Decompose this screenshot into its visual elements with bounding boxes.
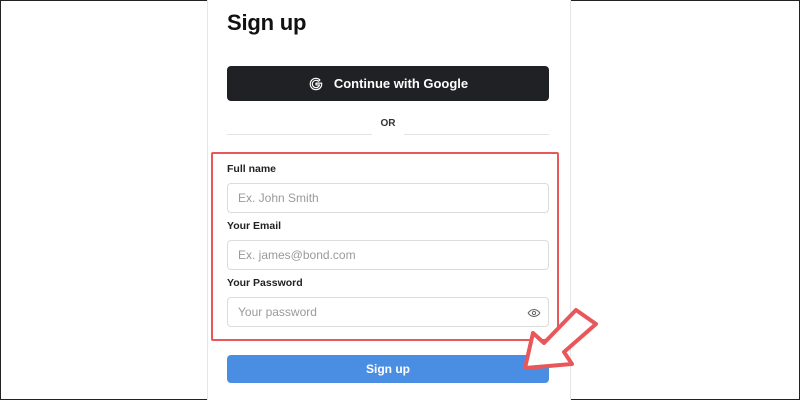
password-placeholder: Your password (238, 305, 317, 319)
password-field[interactable]: Your password (227, 297, 549, 327)
email-label: Your Email (227, 220, 282, 232)
continue-with-google-button[interactable]: Continue with Google (227, 66, 549, 101)
divider-line-right (404, 134, 549, 135)
divider-line-left (227, 134, 372, 135)
email-placeholder: Ex. james@bond.com (238, 248, 356, 262)
password-label: Your Password (227, 277, 303, 289)
sign-up-button[interactable]: Sign up (227, 355, 549, 383)
full-name-field[interactable]: Ex. John Smith (227, 183, 549, 213)
sign-up-button-label: Sign up (366, 362, 410, 376)
annotation-arrow-icon (523, 308, 598, 370)
full-name-label: Full name (227, 163, 277, 175)
email-field[interactable]: Ex. james@bond.com (227, 240, 549, 270)
or-divider-label: OR (380, 118, 396, 129)
full-name-placeholder: Ex. John Smith (238, 191, 319, 205)
or-divider: OR (227, 118, 549, 135)
continue-with-google-label: Continue with Google (333, 76, 469, 91)
page-title: Sign up (227, 10, 307, 35)
google-g-icon (309, 77, 323, 90)
